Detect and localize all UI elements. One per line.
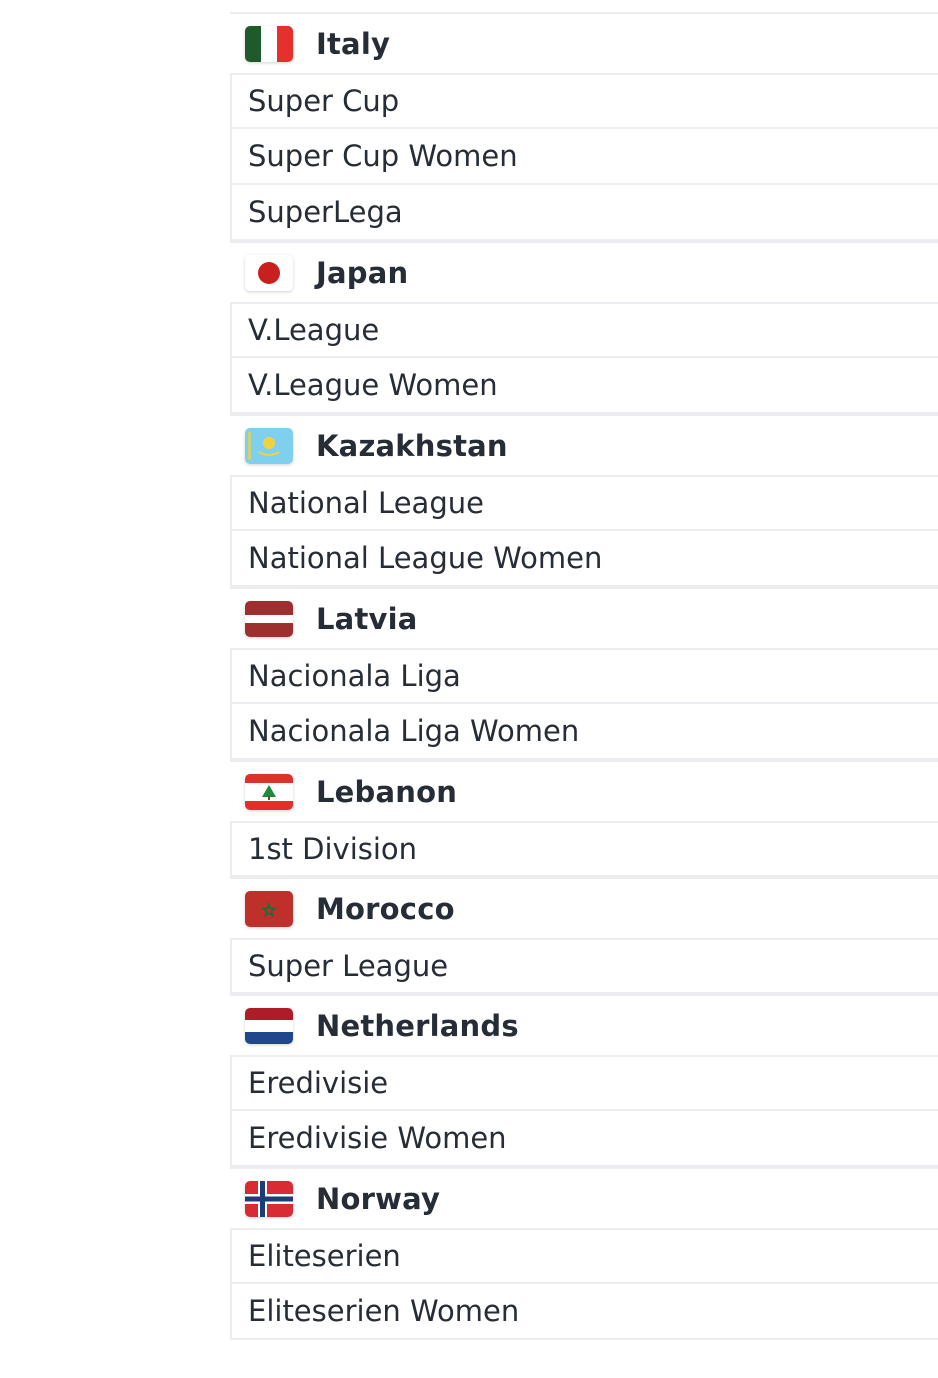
country-header-lebanon: Lebanon — [230, 760, 938, 821]
country-name: Japan — [316, 255, 409, 290]
country-header-kazakhstan: Kazakhstan — [230, 414, 938, 475]
country-header-italy: Italy — [230, 12, 938, 73]
country-name: Netherlands — [316, 1008, 519, 1043]
league-link[interactable]: Eliteserien Women — [230, 1284, 938, 1340]
country-header-japan: Japan — [230, 241, 938, 302]
country-name: Morocco — [316, 891, 455, 926]
league-link[interactable]: Eredivisie — [230, 1055, 938, 1111]
league-link[interactable]: 1st Division — [230, 821, 938, 877]
league-link[interactable]: Nacionala Liga Women — [230, 704, 938, 760]
league-link[interactable]: Eliteserien — [230, 1228, 938, 1284]
league-link[interactable]: National League Women — [230, 531, 938, 587]
country-name: Italy — [316, 26, 391, 61]
league-link[interactable]: SuperLega — [230, 185, 938, 241]
league-link[interactable]: Super Cup — [230, 73, 938, 129]
league-link[interactable]: National League — [230, 475, 938, 531]
league-link[interactable]: V.League — [230, 302, 938, 358]
country-name: Norway — [316, 1181, 441, 1216]
country-league-list: Italy Super Cup Super Cup Women SuperLega Ja… — [230, 12, 938, 1340]
japan-flag-icon — [245, 254, 293, 291]
kazakhstan-flag-icon — [245, 427, 293, 464]
morocco-flag-icon — [245, 890, 293, 927]
league-link[interactable]: Super League — [230, 938, 938, 994]
latvia-flag-icon — [245, 600, 293, 637]
norway-flag-icon — [245, 1180, 293, 1217]
country-header-morocco: Morocco — [230, 877, 938, 938]
country-header-latvia: Latvia — [230, 587, 938, 648]
league-link[interactable]: Super Cup Women — [230, 129, 938, 185]
country-name: Kazakhstan — [316, 428, 508, 463]
league-link[interactable]: Eredivisie Women — [230, 1111, 938, 1167]
country-name: Latvia — [316, 601, 418, 636]
league-link[interactable]: Nacionala Liga — [230, 648, 938, 704]
country-header-norway: Norway — [230, 1167, 938, 1228]
league-link[interactable]: V.League Women — [230, 358, 938, 414]
netherlands-flag-icon — [245, 1007, 293, 1044]
lebanon-flag-icon — [245, 773, 293, 810]
country-header-netherlands: Netherlands — [230, 994, 938, 1055]
country-name: Lebanon — [316, 774, 458, 809]
italy-flag-icon — [245, 25, 293, 62]
